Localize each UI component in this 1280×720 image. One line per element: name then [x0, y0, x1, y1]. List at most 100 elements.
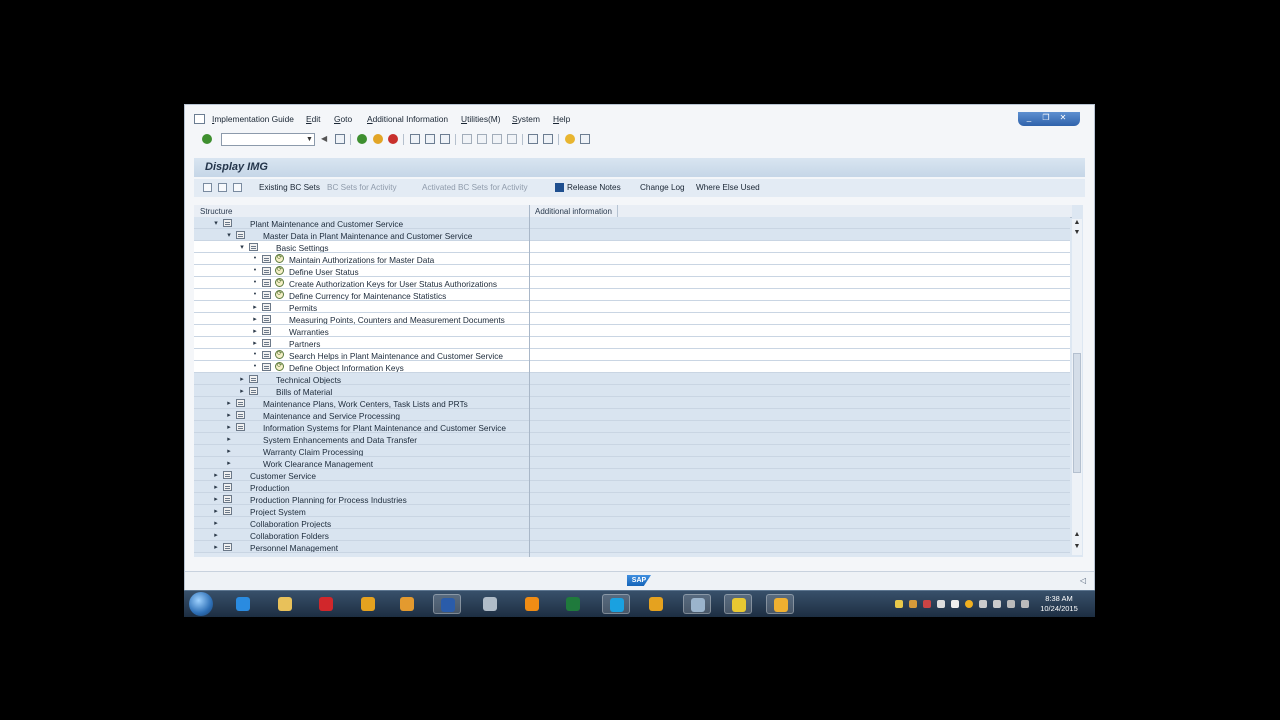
menu-utilities[interactable]: Utilities(M) [461, 114, 501, 124]
tray-network-icon[interactable] [979, 600, 987, 608]
sap-logon-icon[interactable] [683, 594, 711, 614]
documentation-icon[interactable] [249, 387, 258, 395]
documentation-icon[interactable] [223, 495, 232, 503]
documentation-icon[interactable] [236, 399, 245, 407]
tree-row[interactable]: ▸ Information Systems for Plant Maintenan… [194, 421, 1070, 433]
menu-goto[interactable]: Goto [334, 114, 352, 124]
where-else-used-button[interactable]: Where Else Used [696, 183, 760, 192]
scroll-down-icon[interactable]: ▼ [1072, 229, 1082, 236]
documentation-icon[interactable] [262, 327, 271, 335]
expand-arrow-icon[interactable]: ▸ [251, 327, 259, 335]
tree-row[interactable]: ▾ Plant Maintenance and Customer Service [194, 217, 1070, 229]
first-page-icon[interactable] [462, 134, 472, 144]
documentation-icon[interactable] [262, 267, 271, 275]
save-icon[interactable] [335, 134, 345, 144]
chrome-icon-2[interactable] [642, 594, 670, 614]
acrobat-icon[interactable] [312, 594, 340, 614]
tree-row[interactable]: ▸ Maintenance and Service Processing [194, 409, 1070, 421]
details-icon[interactable] [218, 183, 227, 192]
find-next-icon[interactable] [440, 134, 450, 144]
vertical-scrollbar[interactable]: ▲ ▼ ▲ ▼ [1072, 219, 1082, 555]
help-icon[interactable] [565, 134, 575, 144]
tree-row[interactable]: ▸ Warranty Claim Processing [194, 445, 1070, 457]
expand-arrow-icon[interactable]: ▸ [238, 375, 246, 383]
tree-row[interactable]: • ⟳ Define Currency for Maintenance Statis… [194, 289, 1070, 301]
taskbar-clock[interactable]: 8:38 AM 10/24/2015 [1037, 594, 1081, 614]
documentation-icon[interactable] [262, 291, 271, 299]
shortcut-icon[interactable] [543, 134, 553, 144]
expand-arrow-icon[interactable]: ▸ [238, 387, 246, 395]
documentation-icon[interactable] [249, 375, 258, 383]
flower-app-icon[interactable] [766, 594, 794, 614]
tray-app-icon[interactable] [937, 600, 945, 608]
tree-row[interactable]: ▸ Warranties [194, 325, 1070, 337]
release-notes-button[interactable]: Release Notes [567, 183, 621, 192]
scroll-up-icon[interactable]: ▲ [1072, 531, 1082, 538]
expand-arrow-icon[interactable]: ▸ [212, 471, 220, 479]
tree-row[interactable]: ▸ Measuring Points, Counters and Measurem… [194, 313, 1070, 325]
tray-app-icon[interactable] [951, 600, 959, 608]
word-icon[interactable] [433, 594, 461, 614]
tray-gear-icon[interactable] [909, 600, 917, 608]
column-header-additional-information[interactable]: Additional information [535, 207, 612, 216]
menu-additional-information[interactable]: Additional Information [367, 114, 448, 124]
tree-row[interactable]: • ⟳ Define User Status [194, 265, 1070, 277]
documentation-icon[interactable] [262, 315, 271, 323]
documentation-icon[interactable] [236, 231, 245, 239]
execute-activity-icon[interactable]: ⟳ [275, 254, 284, 263]
collapse-arrow-icon[interactable]: ▾ [212, 219, 220, 227]
expand-arrow-icon[interactable]: ▸ [225, 459, 233, 467]
media-icon[interactable] [393, 594, 421, 614]
file-explorer-icon[interactable] [271, 594, 299, 614]
tree-row[interactable]: ▸ Production Planning for Process Industr… [194, 493, 1070, 505]
tray-speaker-icon[interactable] [1021, 600, 1029, 608]
expand-arrow-icon[interactable]: ▸ [225, 423, 233, 431]
expand-arrow-icon[interactable]: ▸ [212, 507, 220, 515]
last-page-icon[interactable] [507, 134, 517, 144]
command-field[interactable]: ▼ [221, 133, 315, 146]
expand-arrow-icon[interactable]: ▸ [251, 303, 259, 311]
tray-app-icon[interactable] [965, 600, 973, 608]
expand-icon[interactable] [203, 183, 212, 192]
tree-row[interactable]: ▸ Partners [194, 337, 1070, 349]
layout-icon[interactable] [580, 134, 590, 144]
prev-page-icon[interactable] [477, 134, 487, 144]
existing-bc-sets-button[interactable]: Existing BC Sets [259, 183, 320, 192]
vlc-icon[interactable] [518, 594, 546, 614]
internet-explorer-icon[interactable] [229, 594, 257, 614]
documentation-icon[interactable] [262, 279, 271, 287]
tray-battery-icon[interactable] [1007, 600, 1015, 608]
documentation-icon[interactable] [223, 471, 232, 479]
menu-edit[interactable]: Edit [306, 114, 320, 124]
tray-volume-icon[interactable] [993, 600, 1001, 608]
documentation-icon[interactable] [262, 339, 271, 347]
exit-icon[interactable] [373, 134, 383, 144]
tray-app-icon[interactable] [923, 600, 931, 608]
scroll-up-icon[interactable]: ▲ [1072, 219, 1082, 226]
execute-activity-icon[interactable]: ⟳ [275, 290, 284, 299]
next-page-icon[interactable] [492, 134, 502, 144]
notes-icon[interactable] [724, 594, 752, 614]
enter-icon[interactable] [202, 134, 212, 144]
expand-arrow-icon[interactable]: ▸ [225, 411, 233, 419]
tree-row[interactable]: ▸ Permits [194, 301, 1070, 313]
start-button-icon[interactable] [189, 592, 213, 616]
find-icon[interactable] [425, 134, 435, 144]
collapse-arrow-icon[interactable]: ▾ [238, 243, 246, 251]
activated-bc-sets-button[interactable]: Activated BC Sets for Activity [422, 183, 528, 192]
tree-row[interactable]: ▸ Production [194, 481, 1070, 493]
tree-row[interactable]: ▸ Project System [194, 505, 1070, 517]
documentation-icon[interactable] [262, 351, 271, 359]
scroll-down-icon[interactable]: ▼ [1072, 543, 1082, 550]
expand-arrow-icon[interactable]: ▸ [251, 339, 259, 347]
sap-gui-icon[interactable] [476, 594, 504, 614]
tree-row[interactable]: ▸ Personnel Management [194, 541, 1070, 553]
chevron-down-icon[interactable]: ▼ [305, 134, 314, 145]
tree-row[interactable]: ▸ Collaboration Projects [194, 517, 1070, 529]
execute-activity-icon[interactable]: ⟳ [275, 350, 284, 359]
minimize-icon[interactable]: _ [1024, 113, 1034, 122]
tree-row[interactable]: • ⟳ Define Object Information Keys [194, 361, 1070, 373]
column-header-structure[interactable]: Structure [200, 207, 232, 216]
change-log-button[interactable]: Change Log [640, 183, 685, 192]
back-icon[interactable] [357, 134, 367, 144]
